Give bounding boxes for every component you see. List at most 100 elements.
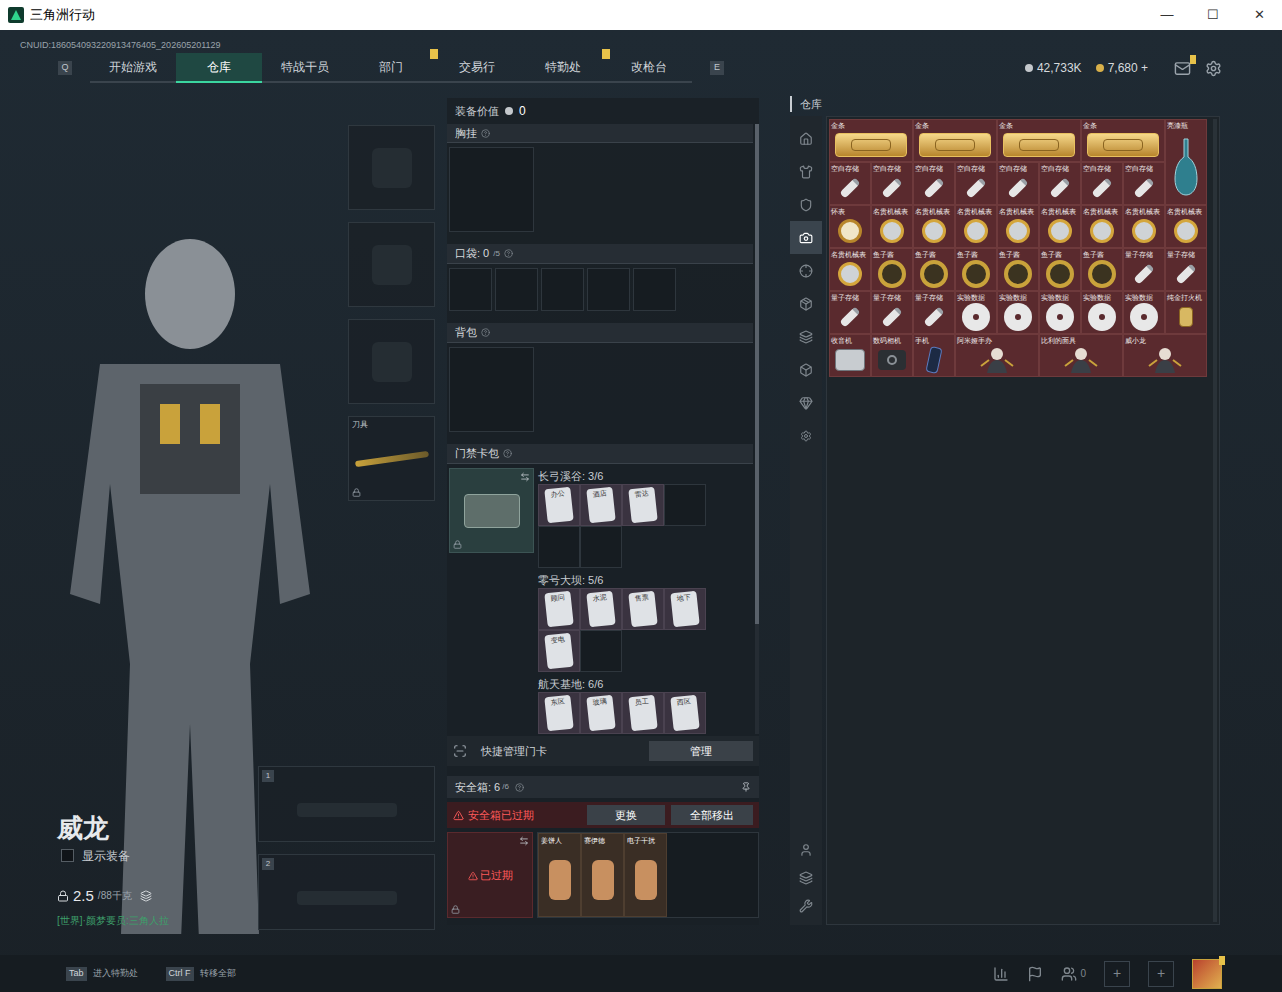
weapon-slot[interactable]: 2 xyxy=(258,854,435,930)
warehouse-tab[interactable] xyxy=(790,386,822,419)
armor-slot[interactable] xyxy=(348,222,435,307)
warehouse-tab[interactable] xyxy=(790,221,822,254)
keycard[interactable]: 变电 xyxy=(538,630,580,672)
warehouse-item[interactable]: 鱼子酱 xyxy=(1039,248,1081,291)
pocket-slot[interactable] xyxy=(495,268,538,311)
manage-button[interactable]: 管理 xyxy=(649,741,753,761)
nav-tab[interactable]: 特战干员 xyxy=(262,53,348,83)
keycard[interactable]: 水泥 xyxy=(580,588,622,630)
warehouse-tab[interactable] xyxy=(790,188,822,221)
warehouse-item[interactable]: 数码相机 xyxy=(871,334,913,377)
warehouse-item[interactable]: 名贵机械表 xyxy=(1081,205,1123,248)
mail-button[interactable] xyxy=(1174,60,1191,77)
weapon-slot[interactable]: 1 xyxy=(258,766,435,842)
keycard[interactable]: 玻璃 xyxy=(580,692,622,734)
pocket-slot[interactable] xyxy=(633,268,676,311)
currency[interactable]: 42,733K xyxy=(1025,59,1082,77)
window-control[interactable]: — xyxy=(1144,0,1190,30)
safe-item[interactable]: 赛伊德 xyxy=(581,833,624,917)
friends-button[interactable]: 0 xyxy=(1061,966,1086,982)
warehouse-item[interactable]: 实验数据 xyxy=(1039,291,1081,334)
safe-item[interactable]: 电子干扰 xyxy=(624,833,667,917)
add-squad-slot[interactable]: + xyxy=(1104,961,1130,987)
warehouse-tab[interactable] xyxy=(790,254,822,287)
keycard-slot[interactable] xyxy=(664,484,706,526)
operator-icon[interactable] xyxy=(799,843,813,857)
keycard[interactable]: 东区 xyxy=(538,692,580,734)
nav-tab[interactable]: 改枪台 xyxy=(606,53,692,83)
keycard-slot[interactable] xyxy=(580,526,622,568)
warehouse-item[interactable]: 空白存储 xyxy=(829,162,871,205)
stack-icon[interactable] xyxy=(799,871,813,885)
warehouse-item[interactable]: 金条 xyxy=(913,119,997,162)
warehouse-item[interactable]: 量子存储 xyxy=(1123,248,1165,291)
player-avatar[interactable] xyxy=(1192,959,1222,989)
window-control[interactable]: ✕ xyxy=(1236,0,1282,30)
warehouse-item[interactable]: 量子存储 xyxy=(829,291,871,334)
pistol-slot[interactable] xyxy=(348,319,435,404)
backpack-slot[interactable] xyxy=(449,347,534,432)
warehouse-item[interactable]: 名贵机械表 xyxy=(1039,205,1081,248)
warehouse-item[interactable]: 空白存储 xyxy=(913,162,955,205)
keycard[interactable]: 酒店 xyxy=(580,484,622,526)
chest-rig-slot[interactable] xyxy=(449,147,534,232)
warehouse-item[interactable]: 名贵机械表 xyxy=(997,205,1039,248)
window-control[interactable]: ☐ xyxy=(1190,0,1236,30)
warehouse-item[interactable]: 名贵机械表 xyxy=(871,205,913,248)
warehouse-item[interactable]: 鱼子酱 xyxy=(913,248,955,291)
warehouse-tab[interactable] xyxy=(790,287,822,320)
nav-tab[interactable]: 开始游戏 xyxy=(90,53,176,83)
keycard[interactable]: 办公 xyxy=(538,484,580,526)
keycard[interactable]: 雷达 xyxy=(622,484,664,526)
warehouse-item[interactable]: 鱼子酱 xyxy=(1081,248,1123,291)
melee-slot[interactable]: 刀具 xyxy=(348,416,435,501)
warehouse-item[interactable]: 名贵机械表 xyxy=(955,205,997,248)
warehouse-item[interactable]: 量子存储 xyxy=(1165,248,1207,291)
warehouse-item[interactable]: 名贵机械表 xyxy=(829,248,871,291)
warehouse-tab[interactable] xyxy=(790,122,822,155)
nav-tab[interactable]: 交易行 xyxy=(434,53,520,83)
replace-button[interactable]: 更换 xyxy=(587,805,665,825)
keycard-case-slot[interactable] xyxy=(449,468,534,553)
warehouse-item[interactable]: 空白存储 xyxy=(1081,162,1123,205)
warehouse-item[interactable]: 威小龙 xyxy=(1123,334,1207,377)
add-squad-slot[interactable]: + xyxy=(1148,961,1174,987)
warehouse-item[interactable]: 金条 xyxy=(1081,119,1165,162)
warehouse-item[interactable]: 名贵机械表 xyxy=(913,205,955,248)
sort-icon[interactable] xyxy=(799,899,813,913)
keycard[interactable]: 地下 xyxy=(664,588,706,630)
warehouse-item[interactable]: 纯金打火机 xyxy=(1165,291,1207,334)
warehouse-item[interactable]: 手机 xyxy=(913,334,955,377)
keycard[interactable]: 员工 xyxy=(622,692,664,734)
safe-item[interactable]: 姜饼人 xyxy=(538,833,581,917)
safe-case-slot[interactable]: 已过期 xyxy=(447,832,533,918)
nav-tab[interactable]: 特勤处 xyxy=(520,53,606,83)
warehouse-item[interactable]: 实验数据 xyxy=(1123,291,1165,334)
show-equipment-toggle[interactable]: 显示装备 xyxy=(57,847,169,865)
warehouse-item[interactable]: 空白存储 xyxy=(997,162,1039,205)
warehouse-item[interactable]: 阿米娅手办 xyxy=(955,334,1039,377)
warehouse-tab[interactable] xyxy=(790,353,822,386)
warehouse-item[interactable]: 实验数据 xyxy=(1081,291,1123,334)
stats-icon[interactable] xyxy=(993,966,1009,982)
pocket-slot[interactable] xyxy=(541,268,584,311)
warehouse-item[interactable]: 空白存储 xyxy=(871,162,913,205)
pocket-slot[interactable] xyxy=(587,268,630,311)
pocket-slot[interactable] xyxy=(449,268,492,311)
warehouse-item[interactable]: 空白存储 xyxy=(955,162,997,205)
settings-icon[interactable] xyxy=(800,430,812,442)
currency[interactable]: 7,680 + xyxy=(1096,59,1148,77)
helmet-slot[interactable] xyxy=(348,125,435,210)
warehouse-item[interactable]: 量子存储 xyxy=(871,291,913,334)
keycard-slot[interactable] xyxy=(538,526,580,568)
warehouse-tab[interactable] xyxy=(790,320,822,353)
warehouse-item[interactable]: 实验数据 xyxy=(997,291,1039,334)
keycard-slot[interactable] xyxy=(580,630,622,672)
warehouse-item[interactable]: 空白存储 xyxy=(1039,162,1081,205)
warehouse-item[interactable]: 名贵机械表 xyxy=(1123,205,1165,248)
remove-all-button[interactable]: 全部移出 xyxy=(671,805,753,825)
warehouse-item[interactable]: 鱼子酱 xyxy=(997,248,1039,291)
keycard[interactable]: 售票 xyxy=(622,588,664,630)
warehouse-item[interactable]: 名贵机械表 xyxy=(1165,205,1207,248)
warehouse-item[interactable]: 鱼子酱 xyxy=(871,248,913,291)
